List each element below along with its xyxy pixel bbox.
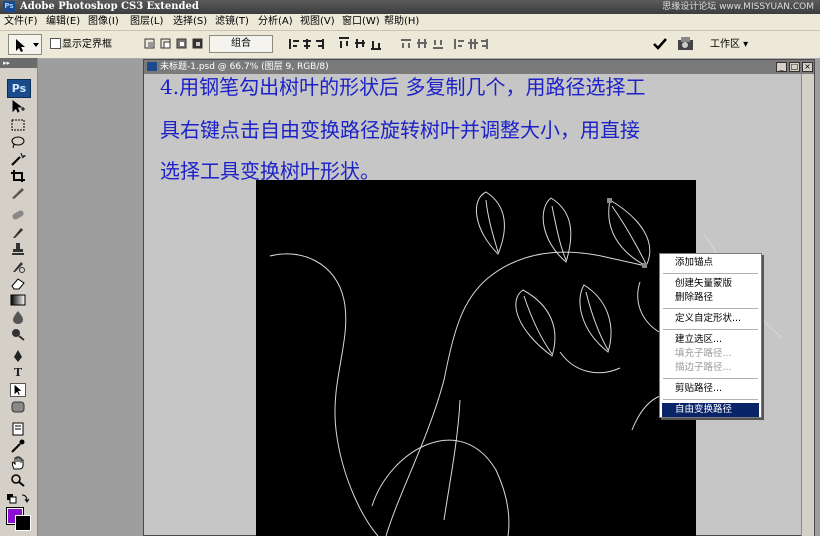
history-brush-icon[interactable] bbox=[10, 259, 26, 273]
file-browser-icon[interactable] bbox=[677, 36, 695, 52]
maximize-button[interactable]: □ bbox=[789, 62, 800, 72]
menu-separator bbox=[663, 378, 758, 379]
crop-icon[interactable] bbox=[10, 169, 26, 183]
move-icon[interactable] bbox=[10, 100, 26, 114]
show-bounding-box-checkbox[interactable] bbox=[50, 38, 61, 49]
menu-separator bbox=[663, 273, 758, 274]
stamp-icon[interactable] bbox=[10, 242, 26, 256]
lasso-icon[interactable] bbox=[10, 135, 26, 149]
menu-item-clipping-path[interactable]: 剪贴路径... bbox=[662, 382, 759, 396]
menu-layer[interactable]: 图层(L) bbox=[130, 14, 163, 30]
instruction-line-2: 具右键点击自由变换路径旋转树叶并调整大小，用直接 bbox=[160, 118, 640, 142]
menu-image[interactable]: 图像(I) bbox=[88, 14, 119, 30]
menu-select[interactable]: 选择(S) bbox=[173, 14, 207, 30]
zoom-icon[interactable] bbox=[10, 473, 26, 487]
close-button[interactable]: × bbox=[802, 62, 813, 72]
gradient-icon[interactable] bbox=[10, 293, 26, 307]
menu-item-stroke-subpath: 描边子路径... bbox=[675, 362, 732, 373]
path-select-icon bbox=[14, 384, 22, 396]
dodge-icon[interactable] bbox=[10, 327, 26, 341]
menu-analysis[interactable]: 分析(A) bbox=[258, 14, 293, 30]
brush-icon[interactable] bbox=[10, 225, 26, 239]
menu-filter[interactable]: 滤镜(T) bbox=[215, 14, 249, 30]
eyedropper-icon[interactable] bbox=[10, 439, 26, 453]
marquee-icon[interactable] bbox=[10, 118, 26, 132]
menu-item-define-custom-shape[interactable]: 定义自定形状... bbox=[662, 312, 759, 326]
instruction-line-3: 选择工具变换树叶形状。 bbox=[160, 159, 380, 183]
combine-button[interactable]: 组合 bbox=[209, 35, 273, 53]
menu-window[interactable]: 窗口(W) bbox=[342, 14, 380, 30]
document-title: 未标题-1.psd @ 66.7% (图层 9, RGB/8) bbox=[160, 62, 329, 72]
app-title-bar: Ps Adobe Photoshop CS3 Extended 思缘设计论坛 w… bbox=[0, 0, 820, 14]
align-icons[interactable] bbox=[289, 37, 385, 51]
image-canvas[interactable] bbox=[256, 180, 696, 536]
app-title: Adobe Photoshop CS3 Extended bbox=[20, 1, 199, 12]
options-bar: 显示定界框 组合 工作区 ▾ bbox=[0, 31, 820, 59]
menu-item-delete-path[interactable]: 删除路径 bbox=[662, 291, 759, 305]
menu-bar: 文件(F) 编辑(E) 图像(I) 图层(L) 选择(S) 滤镜(T) 分析(A… bbox=[0, 14, 820, 31]
minimize-button[interactable]: _ bbox=[776, 62, 787, 72]
menu-file[interactable]: 文件(F) bbox=[4, 14, 38, 30]
chevron-down-icon bbox=[33, 43, 39, 47]
workspace-menu[interactable]: 工作区 ▾ bbox=[710, 31, 748, 58]
path-select-tool[interactable] bbox=[10, 383, 26, 397]
slice-icon[interactable] bbox=[10, 186, 26, 200]
swap-colors-icon[interactable] bbox=[6, 493, 30, 507]
menu-item-fill-subpath: 填充子路径... bbox=[675, 348, 732, 359]
menu-separator bbox=[663, 308, 758, 309]
checkmark-icon[interactable] bbox=[653, 37, 667, 51]
menu-help[interactable]: 帮助(H) bbox=[384, 14, 419, 30]
path-area-mode-icons[interactable] bbox=[144, 37, 208, 51]
menu-separator bbox=[663, 399, 758, 400]
photoshop-logo: Ps bbox=[7, 79, 31, 98]
menu-item-create-vector-mask[interactable]: 创建矢量蒙版 bbox=[662, 277, 759, 291]
eraser-icon[interactable] bbox=[10, 276, 26, 290]
vertical-scrollbar[interactable] bbox=[801, 74, 814, 536]
document-icon bbox=[147, 62, 157, 71]
background-color-swatch[interactable] bbox=[15, 515, 31, 531]
context-menu: 添加锚点 创建矢量蒙版 删除路径 定义自定形状... 建立选区... 填充子路径… bbox=[659, 253, 762, 418]
type-icon[interactable]: T bbox=[10, 366, 26, 380]
menu-view[interactable]: 视图(V) bbox=[300, 14, 335, 30]
tools-panel: ▸▸ Ps T bbox=[0, 58, 38, 536]
blur-icon[interactable] bbox=[10, 310, 26, 324]
menu-item-make-selection[interactable]: 建立选区... bbox=[662, 333, 759, 347]
magic-wand-icon[interactable] bbox=[10, 152, 26, 166]
shape-icon[interactable] bbox=[10, 400, 26, 414]
menu-edit[interactable]: 编辑(E) bbox=[46, 14, 80, 30]
document-title-bar[interactable]: 未标题-1.psd @ 66.7% (图层 9, RGB/8) _ □ × bbox=[144, 60, 814, 74]
healing-icon[interactable] bbox=[10, 208, 26, 222]
path-select-icon bbox=[16, 39, 25, 52]
tool-preset-picker[interactable] bbox=[8, 34, 42, 55]
pen-icon[interactable] bbox=[10, 349, 26, 363]
show-bounding-box-label: 显示定界框 bbox=[62, 39, 112, 50]
menu-item-add-anchor-point[interactable]: 添加锚点 bbox=[662, 256, 759, 270]
app-icon: Ps bbox=[3, 1, 15, 12]
watermark: 思缘设计论坛 www.MISSYUAN.COM bbox=[662, 2, 814, 12]
menu-item-free-transform-path[interactable]: 自由变换路径 bbox=[662, 403, 759, 417]
instruction-line-1: 4.用钢笔勾出树叶的形状后 多复制几个，用路径选择工 bbox=[160, 75, 646, 99]
menu-separator bbox=[663, 329, 758, 330]
distribute-icons[interactable] bbox=[400, 37, 496, 51]
hand-icon[interactable] bbox=[10, 456, 26, 470]
tools-panel-grip[interactable]: ▸▸ bbox=[0, 58, 37, 68]
notes-icon[interactable] bbox=[10, 422, 26, 436]
